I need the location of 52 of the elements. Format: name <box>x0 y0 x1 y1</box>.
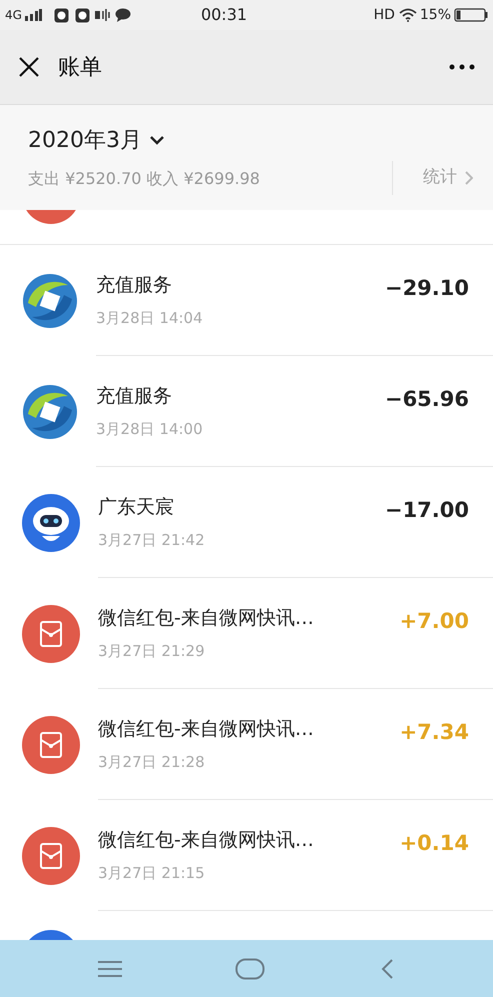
robot-icon <box>22 494 80 552</box>
network-type: 4G <box>5 7 22 24</box>
month-selector[interactable]: 2020年3月 <box>28 124 260 157</box>
transaction-time: 3月28日 14:04 <box>96 308 203 329</box>
hd-label: HD <box>374 6 395 24</box>
back-icon <box>380 958 394 980</box>
transaction-time: 3月27日 21:15 <box>98 863 206 884</box>
transaction-row[interactable]: 充值服务 3月28日 14:00 −65.96 <box>0 356 493 467</box>
envelope-icon <box>22 604 80 662</box>
transaction-title: 微信红包-来自微网快讯… <box>98 828 314 852</box>
chevron-right-icon <box>465 170 473 184</box>
chevron-down-icon <box>150 136 164 145</box>
transaction-row[interactable]: 充值服务 3月28日 14:04 −29.10 <box>0 245 493 356</box>
transaction-time: 3月27日 21:28 <box>98 752 206 773</box>
clock: 00:31 <box>200 4 248 26</box>
close-icon <box>18 56 40 78</box>
app-notification-icon <box>54 8 69 22</box>
transaction-row[interactable]: 微信红包-来自微网快讯… 3月27日 21:15 +0.14 <box>0 800 493 911</box>
transaction-amount: −65.96 <box>384 386 469 413</box>
transaction-amount: −29.10 <box>384 275 469 302</box>
totals-text: 支出 ¥2520.70 收入 ¥2699.98 <box>28 168 260 190</box>
transaction-title: 广东天宸 <box>98 494 175 520</box>
transaction-row[interactable]: 微信红包-来自微网快讯… 3月27日 21:29 +7.00 <box>0 578 493 689</box>
transaction-title: 微信红包-来自微网快讯… <box>98 606 314 630</box>
menu-icon <box>96 960 122 978</box>
chat-bubble-icon <box>114 8 131 22</box>
app-notification-icon <box>74 8 90 22</box>
transaction-amount: +0.14 <box>400 830 469 857</box>
transaction-row[interactable]: 广东天宸 3月27日 21:42 −17.00 <box>0 467 493 578</box>
battery-icon <box>454 8 488 22</box>
battery-percent: 15% <box>420 6 451 24</box>
envelope-icon <box>22 826 80 884</box>
transaction-row[interactable]: 微信红包-来自微网快讯… 3月27日 21:28 +7.34 <box>0 689 493 800</box>
more-icon <box>449 64 475 70</box>
globe-logo-icon <box>22 384 78 440</box>
transaction-time: 3月28日 14:00 <box>96 419 203 440</box>
vibrate-icon <box>94 8 110 22</box>
wifi-icon <box>398 8 417 22</box>
page-title: 账单 <box>58 54 102 82</box>
transaction-amount: +7.00 <box>400 608 469 635</box>
transaction-title: 充值服务 <box>96 272 173 298</box>
signal-icon <box>24 9 42 21</box>
transaction-title: 充值服务 <box>96 384 173 408</box>
transaction-title: 微信红包-来自微网快讯… <box>98 716 314 742</box>
transaction-amount: +7.34 <box>400 719 469 746</box>
transaction-time: 3月27日 21:29 <box>98 641 206 662</box>
globe-logo-icon <box>22 272 78 328</box>
transaction-time: 3月27日 21:42 <box>98 530 205 551</box>
home-button[interactable] <box>234 956 266 980</box>
envelope-icon <box>22 716 80 774</box>
transaction-amount: −17.00 <box>384 497 469 524</box>
home-icon <box>234 958 264 980</box>
